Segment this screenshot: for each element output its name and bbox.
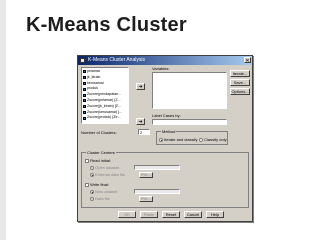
dialog-title: K-Means Cluster Analysis bbox=[88, 57, 145, 63]
scale-variable-icon bbox=[83, 93, 86, 97]
iterate-button[interactable]: Iterate... bbox=[230, 70, 250, 77]
source-variable-list[interactable]: pelamar jk_ktrain kerusamai produk Zscor… bbox=[81, 67, 129, 124]
method-group: Method Iterate and classify Classify onl… bbox=[156, 129, 228, 145]
slide-accent-bar bbox=[0, 0, 6, 240]
slide-title: K-Means Cluster bbox=[26, 14, 187, 36]
cluster-centers-group: Cluster Centers Read initial: Open datas… bbox=[81, 150, 249, 208]
kmeans-dialog: K-Means Cluster Analysis ✕ pelamar jk_kt… bbox=[77, 55, 253, 222]
num-clusters-input[interactable]: 2 bbox=[138, 129, 150, 135]
cluster-centers-title: Cluster Centers bbox=[86, 150, 116, 155]
read-file-button[interactable]: File... bbox=[139, 172, 153, 178]
radio-icon bbox=[90, 165, 94, 170]
external-file-option[interactable]: External data file bbox=[90, 172, 125, 177]
ok-button[interactable]: OK bbox=[118, 211, 136, 218]
scale-variable-icon bbox=[83, 99, 86, 103]
scale-variable-icon bbox=[83, 116, 86, 120]
radio-selected-icon bbox=[159, 137, 163, 142]
method-classify-option[interactable]: Classify only bbox=[199, 137, 227, 142]
move-to-label-button[interactable]: ➜ bbox=[136, 118, 145, 125]
variable-item[interactable]: Zscore(produk) [Ze... bbox=[83, 115, 127, 121]
new-dataset-field[interactable] bbox=[134, 189, 180, 194]
options-button[interactable]: Options... bbox=[230, 88, 250, 95]
open-dataset-option[interactable]: Open dataset bbox=[90, 165, 119, 170]
scale-variable-icon bbox=[83, 105, 86, 109]
method-title: Method bbox=[161, 129, 177, 134]
radio-icon bbox=[199, 137, 203, 142]
open-dataset-select[interactable] bbox=[134, 165, 180, 170]
scale-variable-icon bbox=[83, 76, 86, 80]
arrow-right-icon: ➜ bbox=[138, 119, 143, 125]
data-file-option[interactable]: Data file bbox=[90, 196, 110, 201]
write-final-option[interactable]: Write final: bbox=[85, 182, 109, 187]
arrow-right-icon: ➜ bbox=[138, 84, 143, 90]
scale-variable-icon bbox=[83, 81, 86, 85]
scale-variable-icon bbox=[83, 70, 86, 74]
target-variables-list[interactable] bbox=[152, 72, 227, 109]
save-button[interactable]: Save... bbox=[230, 79, 250, 86]
scale-variable-icon bbox=[83, 87, 86, 91]
radio-icon bbox=[90, 196, 94, 201]
read-initial-option[interactable]: Read initial: bbox=[85, 158, 111, 163]
radio-selected-icon bbox=[90, 172, 94, 177]
dialog-titlebar: K-Means Cluster Analysis ✕ bbox=[78, 56, 252, 65]
variables-label: Variables: bbox=[152, 66, 170, 71]
close-icon[interactable]: ✕ bbox=[244, 57, 251, 64]
paste-button[interactable]: Paste bbox=[140, 211, 158, 218]
app-icon bbox=[80, 58, 85, 63]
method-iterate-option[interactable]: Iterate and classify bbox=[159, 137, 197, 142]
checkbox-icon bbox=[85, 182, 89, 187]
scale-variable-icon bbox=[83, 110, 86, 114]
new-dataset-option[interactable]: New dataset bbox=[90, 189, 117, 194]
move-to-variables-button[interactable]: ➜ bbox=[136, 83, 145, 90]
num-clusters-label: Number of Clusters: bbox=[81, 130, 117, 135]
write-file-button[interactable]: File... bbox=[139, 196, 153, 202]
checkbox-icon bbox=[85, 158, 89, 163]
label-cases-field[interactable] bbox=[152, 119, 227, 125]
label-cases-label: Label Cases by: bbox=[152, 113, 181, 118]
radio-selected-icon bbox=[90, 189, 94, 194]
reset-button[interactable]: Reset bbox=[162, 211, 180, 218]
cancel-button[interactable]: Cancel bbox=[184, 211, 202, 218]
help-button[interactable]: Help bbox=[206, 211, 224, 218]
